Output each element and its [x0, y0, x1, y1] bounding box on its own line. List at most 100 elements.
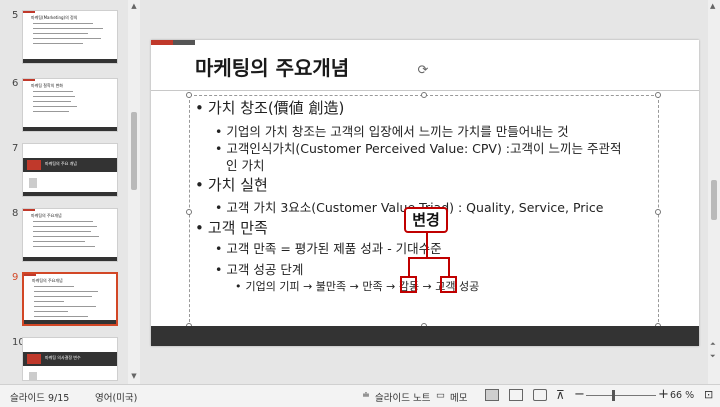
thumb-text-line: [34, 316, 88, 317]
scroll-up-icon[interactable]: ▲: [710, 2, 715, 10]
slideshow-icon[interactable]: ⊼: [556, 388, 565, 402]
callout-connector: [448, 258, 450, 276]
scrollbar-thumb[interactable]: [711, 180, 717, 220]
scroll-up-icon[interactable]: ▲: [130, 2, 138, 10]
bullet-text: 고객인식가치(Customer Perceived Value: CPV) :고…: [226, 141, 622, 156]
resize-handle[interactable]: [186, 209, 192, 215]
bullet-icon: •: [215, 241, 223, 256]
slide-title[interactable]: 마케팅의 주요개념: [195, 52, 349, 81]
thumb-text-line: [33, 226, 97, 227]
thumbnail-slide-7[interactable]: 마케팅의 주요 개념: [22, 143, 118, 197]
thumb-accent: [23, 79, 35, 81]
resize-handle[interactable]: [655, 209, 661, 215]
bullet-line: • 고객인식가치(Customer Perceived Value: CPV) :…: [215, 138, 621, 157]
slide-sorter-icon[interactable]: [509, 389, 523, 401]
bullet-text: 고객 만족: [207, 219, 268, 237]
thumb-text-line: [33, 106, 77, 107]
thumbnail-number: 5: [12, 10, 19, 21]
thumb-text-line: [33, 96, 75, 97]
thumbnail-slide-8[interactable]: 마케팅의 주요개념: [22, 208, 118, 262]
bullet-text: 고객 성공 단계: [226, 262, 304, 277]
thumb-text-line: [33, 236, 99, 237]
thumb-accent: [24, 274, 36, 276]
resize-handle[interactable]: [655, 92, 661, 98]
thumb-text-line: [33, 28, 103, 29]
thumb-text-line: [33, 38, 101, 39]
bullet-text: 가치 실현: [207, 176, 268, 194]
bullet-icon: •: [215, 200, 223, 215]
reading-view-icon[interactable]: [533, 389, 547, 401]
thumbnail-number: 7: [12, 143, 19, 154]
scroll-down-icon[interactable]: ▼: [130, 372, 138, 380]
thumbnail-slide-6[interactable]: 마케팅 철학의 변화: [22, 78, 118, 132]
thumb-text-line: [34, 296, 92, 297]
bullet-line: • 고객 만족 = 평가된 제품 성과 - 기대수준: [215, 238, 442, 257]
scrollbar-thumb[interactable]: [131, 112, 137, 190]
slide-footer-bar: [151, 326, 699, 346]
thumb-figure-icon: [29, 372, 37, 380]
rotate-handle-icon[interactable]: ⟳: [416, 64, 430, 78]
bullet-text: 인 가치: [226, 158, 265, 173]
slide-counter[interactable]: 슬라이드 9/15: [10, 390, 69, 404]
resize-handle[interactable]: [186, 92, 192, 98]
thumb-text-line: [34, 301, 64, 302]
slide-canvas[interactable]: 마케팅의 주요개념 ⟳ • 가치 창조(價値 創造) • 기업의 가치 창조는 고객…: [151, 40, 699, 346]
thumb-footer-bar: [23, 257, 117, 261]
thumb-chapter-box: [27, 354, 41, 364]
highlight-box-arrow-1: [400, 276, 417, 293]
previous-slide-icon[interactable]: ⏶: [710, 340, 716, 349]
slide-accent-bar: [151, 40, 173, 45]
bullet-icon: •: [195, 219, 204, 237]
comments-button[interactable]: 메모: [450, 390, 467, 404]
bullet-continuation: 인 가치: [226, 155, 264, 174]
zoom-level[interactable]: 66 %: [670, 390, 694, 401]
thumb-footer-bar: [23, 192, 117, 196]
bullet-line: • 가치 실현: [195, 174, 268, 195]
thumb-figure-icon: [29, 178, 37, 188]
thumb-text-line: [33, 231, 91, 232]
notes-button[interactable]: 슬라이드 노트: [375, 390, 430, 404]
thumb-title: 마케팅 철학의 변화: [31, 83, 63, 88]
bullet-line: • 고객 성공 단계: [215, 259, 303, 278]
thumb-text-line: [33, 33, 88, 34]
callout-connector: [408, 258, 410, 276]
normal-view-icon[interactable]: [485, 389, 499, 401]
thumbnail-number: 9: [12, 272, 19, 283]
slide-accent-bar-dark: [173, 40, 195, 45]
thumb-title: 마케팅의 주요개념: [31, 213, 62, 218]
notes-icon[interactable]: ≐: [362, 390, 370, 401]
thumb-section-title: 마케팅 의사결정 변수: [45, 355, 81, 360]
zoom-slider-track[interactable]: [586, 395, 656, 396]
language-indicator[interactable]: 영어(미국): [95, 390, 137, 404]
comments-icon[interactable]: ▭: [436, 390, 445, 401]
thumb-chapter-box: [27, 160, 41, 170]
bullet-line: • 가치 창조(價値 創造): [195, 97, 344, 118]
thumbnail-scrollbar[interactable]: ▲ ▼: [128, 0, 140, 384]
slide-thumbnail-pane: 5 마케팅(Marketing)의 정의 6 마케팅 철학의 변화 7 마케팅의…: [0, 0, 128, 384]
thumb-text-line: [33, 101, 71, 102]
zoom-in-button[interactable]: +: [658, 387, 669, 402]
next-slide-icon[interactable]: ⏷: [710, 352, 716, 361]
thumbnail-slide-10[interactable]: 마케팅 의사결정 변수: [22, 337, 118, 381]
bullet-text: 기업의 가치 창조는 고객의 입장에서 느끼는 가치를 만들어내는 것: [226, 124, 569, 139]
thumbnail-number: 6: [12, 78, 19, 89]
zoom-slider-thumb[interactable]: [612, 390, 615, 401]
bullet-icon: •: [215, 124, 223, 139]
highlight-box-arrow-2: [440, 276, 457, 293]
resize-handle[interactable]: [421, 92, 427, 98]
thumb-section-title: 마케팅의 주요 개념: [45, 161, 77, 166]
thumb-text-line: [34, 311, 68, 312]
thumb-title: 마케팅의 주요개념: [32, 278, 63, 283]
thumb-footer-bar: [24, 320, 116, 324]
thumb-footer-bar: [23, 127, 117, 131]
thumbnail-slide-9[interactable]: 마케팅의 주요개념: [22, 272, 118, 326]
fit-to-window-icon[interactable]: ⊡: [704, 388, 713, 401]
thumb-accent: [23, 11, 35, 13]
callout-connector: [408, 257, 450, 259]
zoom-out-button[interactable]: −: [574, 387, 585, 402]
thumb-text-line: [34, 306, 96, 307]
callout-connector: [426, 233, 428, 258]
editor-scrollbar[interactable]: ▲ ⏶ ⏷: [708, 0, 720, 384]
thumb-text-line: [33, 23, 93, 24]
thumbnail-slide-5[interactable]: 마케팅(Marketing)의 정의: [22, 10, 118, 64]
